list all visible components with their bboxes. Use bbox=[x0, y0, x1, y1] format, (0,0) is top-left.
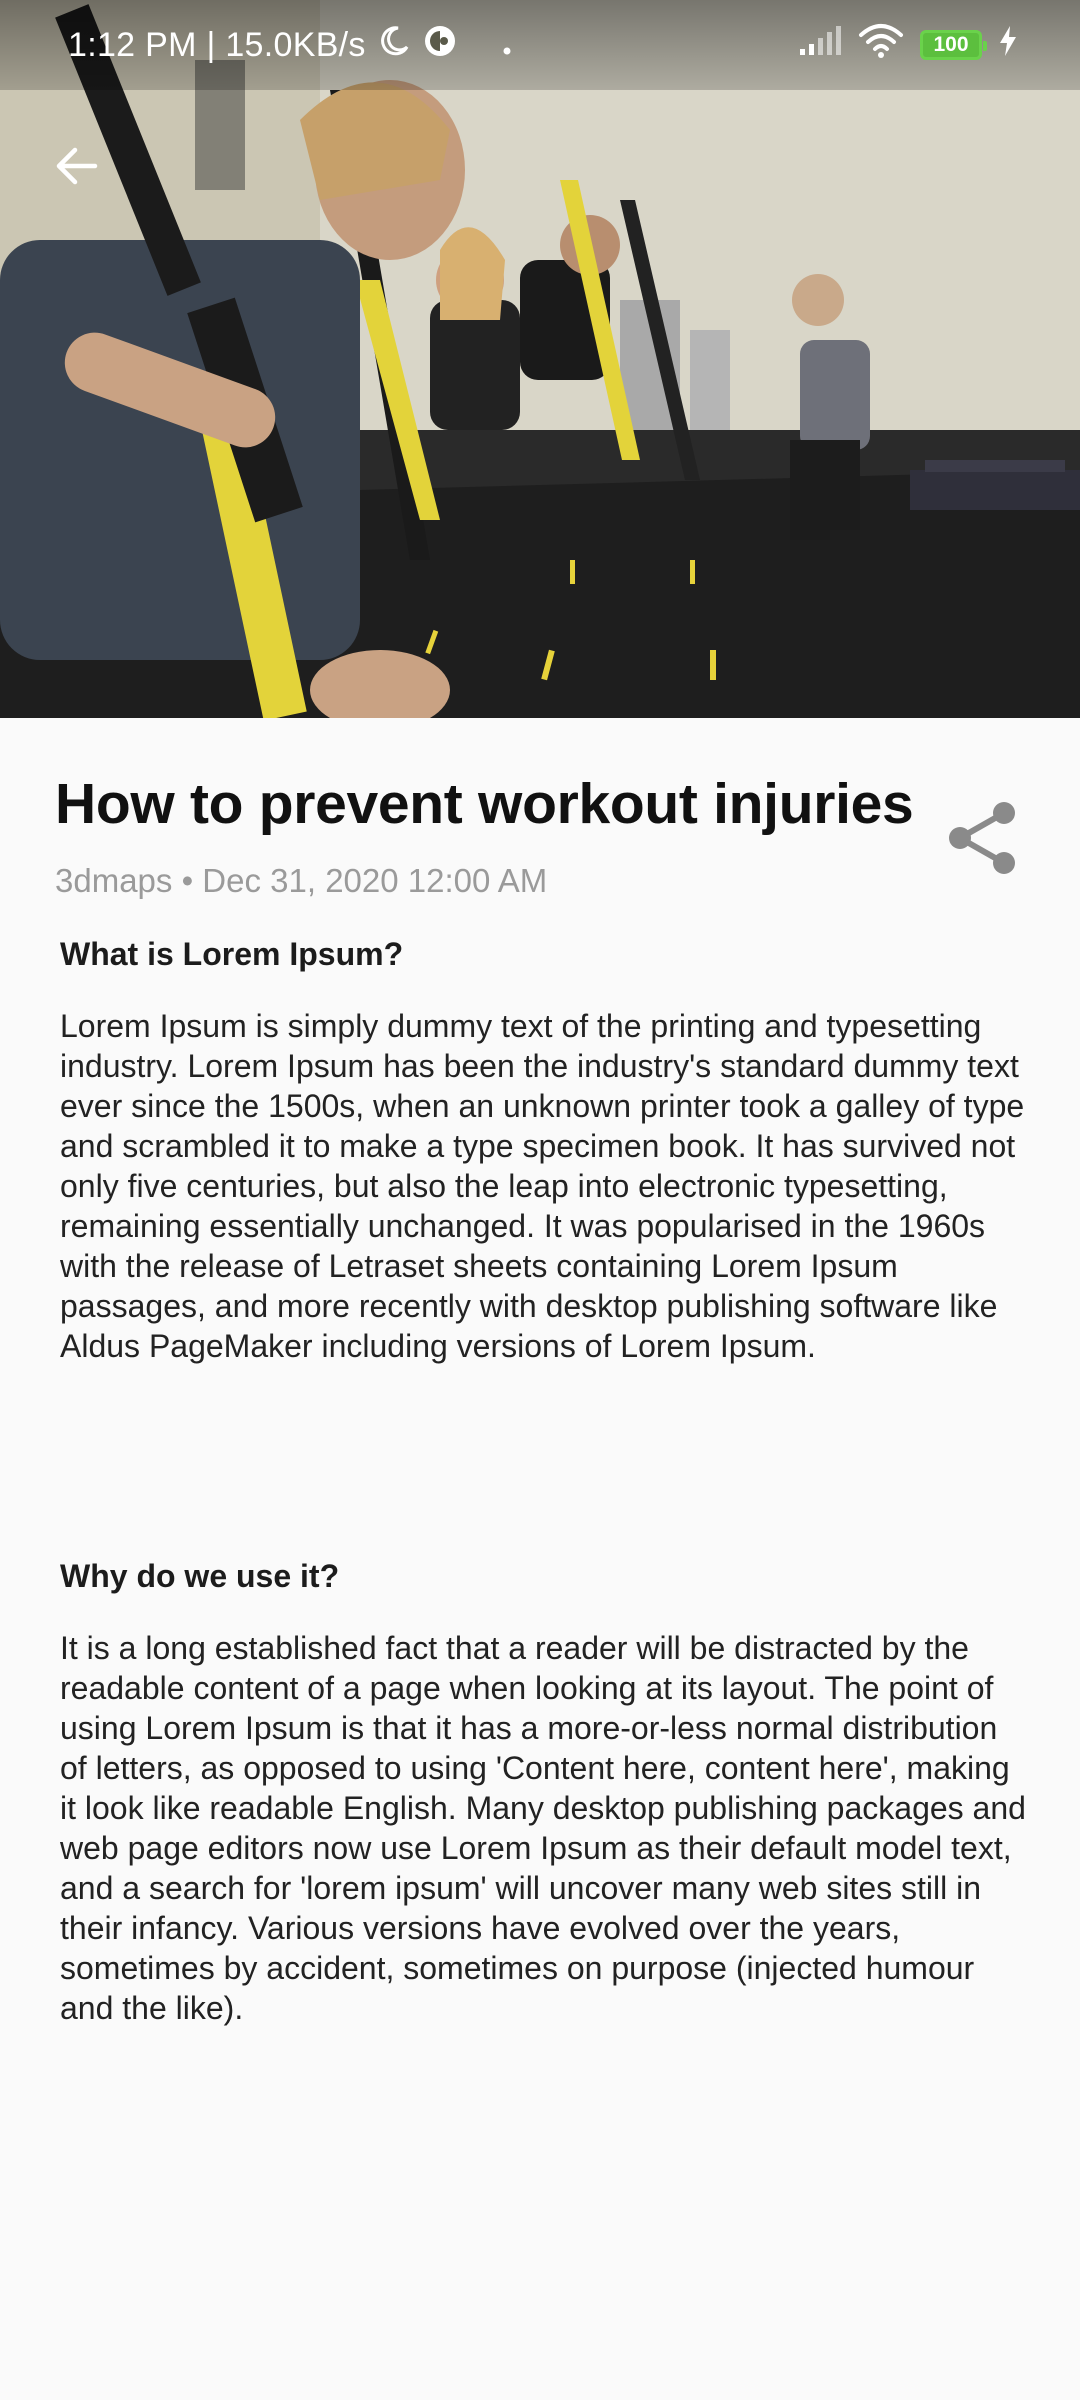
section-body-1: Lorem Ipsum is simply dummy text of the … bbox=[60, 1008, 1025, 1364]
status-bar: 1:12 PM | 15.0KB/s 100 bbox=[0, 0, 1080, 90]
data-saver-icon bbox=[422, 23, 458, 68]
article-title: How to prevent workout injuries bbox=[55, 772, 914, 836]
dot-icon bbox=[502, 26, 512, 65]
section-heading-2: Why do we use it? bbox=[60, 1558, 340, 1594]
battery-icon: 100 bbox=[920, 30, 987, 60]
signal-icon bbox=[798, 25, 842, 66]
article-meta: 3dmaps • Dec 31, 2020 12:00 AM bbox=[55, 862, 548, 899]
back-arrow-icon bbox=[56, 147, 98, 185]
charging-icon bbox=[998, 25, 1018, 66]
hero-illustration bbox=[0, 0, 1080, 718]
wifi-icon bbox=[858, 23, 904, 68]
section-body-2: It is a long established fact that a rea… bbox=[60, 1630, 1026, 2026]
status-time-speed: 1:12 PM | 15.0KB/s bbox=[68, 25, 366, 64]
status-right: 100 bbox=[798, 0, 1018, 90]
moon-icon bbox=[376, 23, 412, 68]
status-left: 1:12 PM | 15.0KB/s bbox=[68, 0, 512, 90]
hero-image bbox=[0, 0, 1080, 718]
section-heading-1: What is Lorem Ipsum? bbox=[60, 936, 404, 972]
back-button[interactable] bbox=[44, 134, 108, 198]
share-button[interactable] bbox=[940, 796, 1024, 880]
share-icon bbox=[949, 802, 1015, 874]
battery-level: 100 bbox=[933, 33, 969, 56]
